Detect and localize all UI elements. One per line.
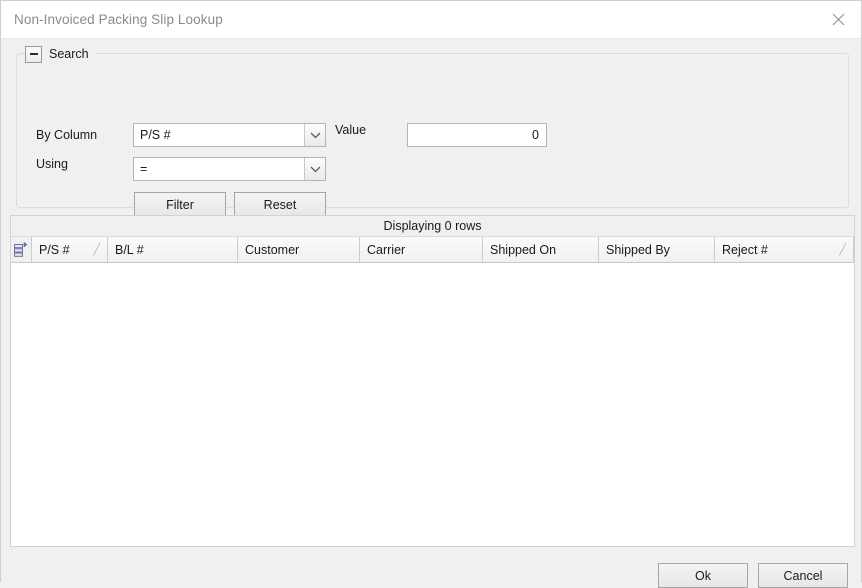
search-group-legend: Search bbox=[25, 44, 95, 64]
grid-column-header[interactable]: Shipped On bbox=[483, 237, 599, 262]
grid-column-label: Reject # bbox=[722, 242, 768, 257]
results-grid: Displaying 0 rows P/S # ╱ B/L # Customer Car… bbox=[10, 215, 855, 547]
grid-column-label: Carrier bbox=[367, 242, 406, 257]
grid-column-label: Customer bbox=[245, 242, 300, 257]
grid-column-header[interactable]: P/S # ╱ bbox=[32, 237, 108, 262]
dialog-body: Search By Column P/S # Value 0 Using = F… bbox=[1, 39, 861, 588]
chevron-down-icon[interactable] bbox=[304, 124, 325, 146]
ok-button[interactable]: Ok bbox=[658, 563, 748, 588]
grid-column-label: B/L # bbox=[115, 242, 144, 257]
grid-column-header[interactable]: Carrier bbox=[360, 237, 483, 262]
grid-column-header[interactable]: Shipped By bbox=[599, 237, 715, 262]
search-group-label: Search bbox=[49, 47, 89, 61]
sort-indicator-icon: ╱ bbox=[839, 244, 846, 256]
chevron-down-icon[interactable] bbox=[304, 158, 325, 180]
grid-status-bar: Displaying 0 rows bbox=[11, 216, 854, 237]
collapse-toggle-button[interactable] bbox=[25, 45, 42, 63]
using-label: Using bbox=[36, 157, 68, 171]
grid-column-label: Shipped By bbox=[606, 242, 670, 257]
window-title: Non-Invoiced Packing Slip Lookup bbox=[14, 12, 223, 27]
value-label: Value bbox=[335, 123, 367, 137]
close-button[interactable] bbox=[816, 1, 861, 38]
by-column-select[interactable]: P/S # bbox=[133, 123, 326, 147]
grid-selector-icon[interactable] bbox=[11, 237, 32, 262]
using-selected-value: = bbox=[140, 162, 148, 176]
using-select[interactable]: = bbox=[133, 157, 326, 181]
close-icon bbox=[832, 13, 845, 26]
cancel-button[interactable]: Cancel bbox=[758, 563, 848, 588]
grid-column-header[interactable]: Customer bbox=[238, 237, 360, 262]
sort-indicator-icon: ╱ bbox=[93, 244, 100, 256]
by-column-label: By Column bbox=[36, 128, 98, 142]
minus-icon bbox=[29, 53, 38, 55]
grid-column-header[interactable]: Reject # ╱ bbox=[715, 237, 854, 262]
title-bar: Non-Invoiced Packing Slip Lookup bbox=[1, 1, 861, 39]
grid-column-label: Shipped On bbox=[490, 242, 557, 257]
grid-body[interactable] bbox=[11, 263, 854, 545]
value-input[interactable]: 0 bbox=[407, 123, 547, 147]
by-column-selected-value: P/S # bbox=[140, 128, 171, 142]
grid-column-header[interactable]: B/L # bbox=[108, 237, 238, 262]
grid-header-row: P/S # ╱ B/L # Customer Carrier Shipped On Ship… bbox=[11, 237, 854, 263]
grid-column-label: P/S # bbox=[39, 242, 70, 257]
dialog-window: Non-Invoiced Packing Slip Lookup Search … bbox=[0, 0, 862, 588]
